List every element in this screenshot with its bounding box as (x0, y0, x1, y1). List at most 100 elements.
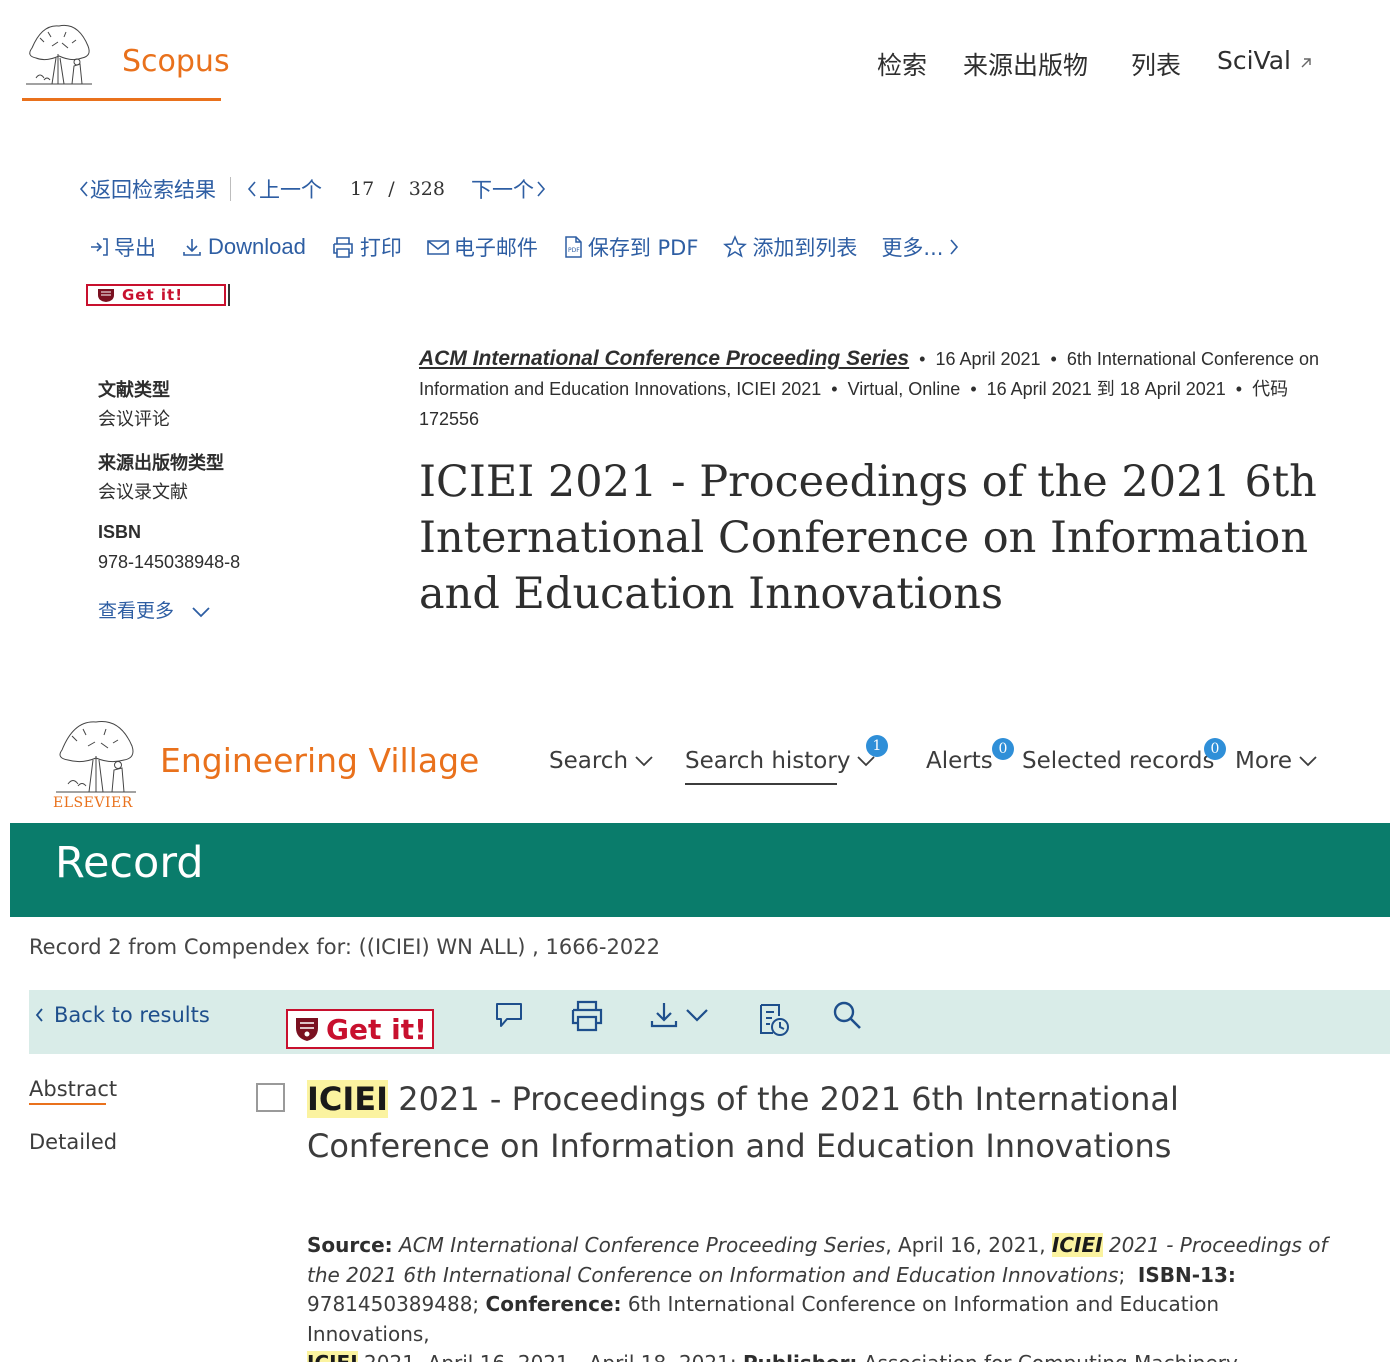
pdf-icon: PDF (565, 236, 582, 258)
get-it-button[interactable]: Get it! (286, 1009, 434, 1049)
add-to-list-button[interactable]: 添加到列表 (722, 232, 857, 262)
chevron-down-icon (635, 756, 653, 767)
search-history-badge: 1 (866, 735, 888, 757)
conference-label: Conference: (485, 1292, 622, 1316)
download-menu[interactable] (648, 999, 710, 1031)
nav-search-history-label: Search history (685, 748, 851, 774)
isbn-value: 978-145038948-8 (98, 552, 241, 572)
elsevier-tree-logo (56, 721, 136, 793)
download-label: Download (208, 234, 306, 259)
nav-scival[interactable]: SciVal (1217, 46, 1313, 75)
university-shield-icon (98, 289, 114, 302)
source-series-link[interactable]: ACM International Conference Proceeding … (419, 347, 909, 370)
email-label: 电子邮件 (453, 236, 538, 260)
tab-abstract[interactable]: Abstract (29, 1077, 117, 1101)
code-label: 代码 (1252, 379, 1289, 399)
isbn-value: 9781450389488 (307, 1292, 473, 1316)
nav-search[interactable]: 检索 (877, 46, 927, 82)
source-highlight: ICIEI (1051, 1233, 1103, 1257)
record-title: ICIEI 2021 - Proceedings of the 2021 6th… (307, 1076, 1347, 1170)
document-title: ICIEI 2021 - Proceedings of the 2021 6th… (419, 457, 1317, 619)
conference-location: Virtual, Online (847, 379, 961, 399)
brand-underline (22, 98, 221, 101)
more-button[interactable]: 更多... (881, 232, 965, 262)
current-index: 17 (350, 178, 375, 200)
nav-search-label: Search (549, 748, 629, 774)
source-type-label: 来源出版物类型 (98, 453, 224, 474)
get-it-button[interactable]: Get it! (86, 284, 226, 306)
nav-sources[interactable]: 来源出版物 (963, 46, 1088, 82)
svg-text:PDF: PDF (568, 247, 580, 254)
divider (230, 177, 231, 201)
conference-code: 172556 (419, 409, 480, 429)
get-it-divider (228, 284, 230, 306)
download-icon (183, 239, 201, 256)
mail-icon (427, 240, 449, 255)
chevron-left-icon (35, 1008, 43, 1022)
chevron-left-icon (79, 181, 88, 197)
add-to-list-label: 添加到列表 (752, 236, 858, 260)
comment-icon[interactable] (493, 999, 525, 1031)
print-label: 打印 (359, 236, 402, 260)
total-count: 328 (408, 178, 445, 200)
save-pdf-button[interactable]: PDF 保存到 PDF (562, 232, 699, 262)
source-info: ACM International Conference Proceeding … (419, 347, 1320, 429)
back-to-results-link[interactable]: 返回检索结果 (90, 174, 216, 204)
nav-selected-records[interactable]: Selected records (1022, 748, 1214, 774)
download-icon (650, 1003, 678, 1028)
source-label: Source: (307, 1233, 393, 1257)
selected-records-badge: 0 (1204, 738, 1226, 760)
university-shield-icon (296, 1018, 318, 1041)
scopus-brand[interactable]: Scopus (122, 44, 230, 79)
print-icon (333, 237, 353, 258)
export-label: 导出 (114, 236, 156, 260)
back-to-results-label: Back to results (54, 1003, 210, 1027)
chevron-down-icon (192, 606, 210, 617)
source-series: ACM International Conference Proceeding … (392, 1233, 886, 1257)
nav-search-history-menu[interactable]: Search history (685, 748, 876, 774)
nav-lists[interactable]: 列表 (1131, 46, 1181, 82)
nav-alerts[interactable]: Alerts (926, 748, 993, 774)
next-link[interactable]: 下一个 (471, 174, 534, 204)
chevron-right-icon (950, 239, 959, 255)
select-record-checkbox[interactable] (256, 1083, 285, 1112)
doc-type-label: 文献类型 (98, 380, 170, 401)
search-icon[interactable] (831, 999, 863, 1031)
get-it-label: Get it! (122, 286, 184, 304)
export-button[interactable]: 导出 (88, 232, 156, 262)
isbn-label: ISBN (98, 522, 142, 542)
active-tab-underline (29, 1103, 106, 1105)
view-more-link[interactable]: 查看更多 (98, 596, 212, 623)
publisher-value: Association for Computing Machinery (857, 1351, 1238, 1362)
download-button[interactable]: Download (180, 234, 306, 260)
chevron-left-icon (247, 181, 256, 197)
record-banner (10, 823, 1390, 917)
result-position: 17 / 328 (350, 178, 445, 200)
nav-more-menu[interactable]: More (1235, 748, 1318, 774)
nav-scival-label: SciVal (1217, 46, 1291, 75)
more-label: 更多... (881, 236, 944, 260)
history-icon[interactable] (757, 1002, 791, 1038)
get-it-label: Get it! (326, 1012, 427, 1046)
print-button[interactable]: 打印 (330, 232, 402, 262)
email-button[interactable]: 电子邮件 (426, 232, 538, 262)
engineering-village-brand[interactable]: Engineering Village (160, 741, 479, 780)
back-to-results-link[interactable]: Back to results (34, 1003, 210, 1027)
conference-dates: 2021, April 16, 2021 - April 18, 2021; (358, 1351, 737, 1362)
tab-detailed[interactable]: Detailed (29, 1130, 117, 1154)
record-banner-title: Record (55, 838, 204, 888)
conference-highlight: ICIEI (307, 1351, 358, 1362)
title-rest: 2021 - Proceedings of the 2021 6th Inter… (307, 1080, 1179, 1165)
save-pdf-label: 保存到 PDF (587, 236, 699, 260)
conference-dates: 16 April 2021 到 18 April 2021 (986, 379, 1226, 399)
previous-link[interactable]: 上一个 (259, 174, 322, 204)
active-nav-underline (685, 783, 837, 785)
view-more-label: 查看更多 (98, 600, 175, 622)
print-icon[interactable] (569, 999, 605, 1033)
external-link-icon (1301, 57, 1311, 67)
record-source-block: Source: ACM International Conference Pro… (307, 1231, 1347, 1362)
chevron-down-icon (857, 756, 876, 767)
chevron-down-icon (686, 1009, 708, 1022)
nav-search-menu[interactable]: Search (549, 748, 654, 774)
doc-type-value: 会议评论 (98, 409, 170, 430)
